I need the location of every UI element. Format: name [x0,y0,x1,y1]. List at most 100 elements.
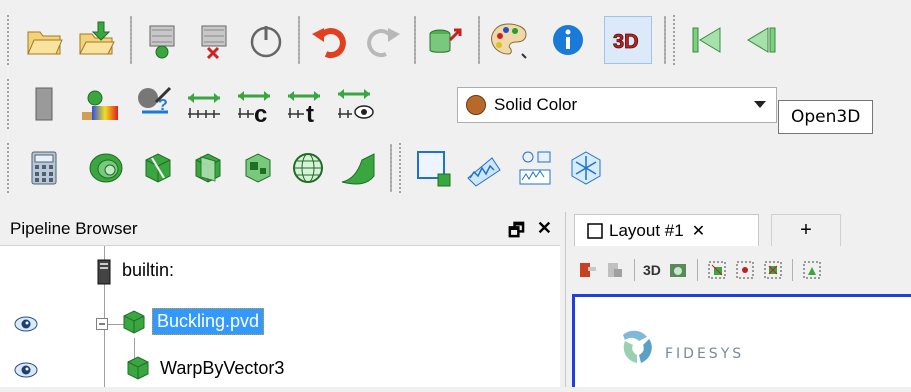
info-icon [553,25,583,55]
svg-text:3D: 3D [613,31,639,53]
auto-apply-button[interactable] [244,18,288,62]
find-data-button[interactable] [422,18,466,62]
slice-cube-icon [195,153,221,183]
rescale-data-range-button[interactable] [182,82,226,126]
toolbar-grip[interactable] [6,142,10,194]
pipeline-browser-panel: Pipeline Browser 🗗 ✕ builtin: Buckling.p… [0,212,560,387]
undo-button[interactable] [308,18,352,62]
rescale-icon: ? [138,86,172,114]
tab-layout-1[interactable]: Layout #1 ✕ [574,214,759,246]
previous-frame-button[interactable] [736,18,780,62]
layout-tab-bar: Layout #1 ✕ + [566,212,911,246]
about-button[interactable] [546,18,590,62]
add-icon: + [800,219,812,241]
render-view[interactable]: FIDESYS [572,294,911,387]
select-surface-points-icon[interactable] [734,259,756,281]
collapse-icon[interactable] [96,318,108,330]
sphere-grid-icon [293,153,323,183]
slice-button[interactable] [186,146,230,190]
split-horizontal-icon[interactable] [576,259,598,281]
plot-over-line-button[interactable] [462,146,506,190]
range-visible-icon [338,89,374,119]
toolbar-grip[interactable] [6,14,10,66]
select-cells-button[interactable] [412,146,456,190]
probe-button[interactable] [512,146,556,190]
tree-item-buckling[interactable]: Buckling.pvd [0,302,560,346]
threshold-button[interactable] [236,146,280,190]
cube-source-icon [123,310,145,334]
select-surface-cells-icon[interactable] [706,259,728,281]
glyph-button[interactable] [564,146,608,190]
contour-button[interactable] [84,146,128,190]
probe-chart-icon [519,151,551,185]
rescale-temporal-range-button[interactable]: t [282,82,326,126]
filters-toolbar [0,136,911,200]
first-frame-icon [692,27,721,53]
add-layout-tab[interactable]: + [771,214,841,246]
view-mode-toggle[interactable]: 3D [643,262,661,278]
range-arrows-icon [188,93,220,118]
gray-bar-icon [35,87,53,121]
svg-text:?: ? [158,97,168,114]
select-region-icon [417,151,451,187]
edit-color-map-button[interactable] [78,82,122,126]
tree-item-builtin[interactable]: builtin: [0,250,560,294]
fidesys-logo-mark [623,330,652,363]
connect-button[interactable] [140,18,184,62]
chevron-down-icon[interactable] [754,101,766,108]
first-frame-button[interactable] [684,18,728,62]
3d-text-icon: 3D [613,31,639,54]
color-by-value: Solid Color [494,95,578,114]
svg-text:t: t [306,101,314,124]
select-block-icon[interactable] [801,259,823,281]
cylinder-arrow-icon [429,28,462,53]
rescale-visible-range-button[interactable] [332,82,376,126]
load-state-button[interactable] [74,18,118,62]
tree-item-warpbyvector3[interactable]: WarpByVector3 [0,348,560,392]
contour-icon [89,153,123,183]
select-frustum-icon[interactable] [762,259,784,281]
redo-button[interactable] [360,18,404,62]
open-file-button[interactable] [22,18,66,62]
eye-icon[interactable] [14,316,38,332]
disconnect-button[interactable] [192,18,236,62]
cube-filter-icon [127,356,149,380]
color-palette-button[interactable] [486,18,530,62]
float-panel-icon[interactable]: 🗗 [508,218,525,248]
calculator-button[interactable] [22,146,66,190]
toolbar-grip[interactable] [6,78,10,130]
split-vertical-icon[interactable] [604,259,626,281]
plot-line-icon [467,157,501,187]
warp-button[interactable] [336,146,380,190]
view-toolbar: 3D [566,252,911,288]
tree-item-label: WarpByVector3 [160,358,285,378]
extract-subset-button[interactable] [286,146,330,190]
reset-range-button[interactable]: ? [132,82,176,126]
server-connect-icon [149,25,175,59]
calculator-icon [31,151,57,185]
power-timer-icon [250,26,282,58]
solid-color-swatch [466,95,486,115]
server-icon [97,259,111,285]
tab-label: Layout #1 [609,220,684,240]
clip-button[interactable] [136,146,180,190]
previous-frame-icon [747,27,776,53]
representation-toolbar: ? c t Solid Color Open3D [0,72,911,136]
open-folder-icon [27,31,63,55]
svg-text:c: c [254,101,267,124]
clip-cube-icon [145,153,171,183]
open3d-button[interactable]: 3D [604,16,652,64]
fidesys-logo: FIDESYS [619,327,744,367]
undo-icon [312,28,346,59]
scalar-bar-button[interactable] [22,82,66,126]
close-tab-icon[interactable]: ✕ [692,221,705,241]
close-icon[interactable]: ✕ [537,218,552,248]
camera-capture-icon[interactable] [667,259,689,281]
color-by-combobox[interactable]: Solid Color [457,87,777,123]
tooltip: Open3D [778,100,874,134]
tree-item-label: Buckling.pvd [152,308,265,335]
layout-pane: Layout #1 ✕ + 3D FIDESYS [565,212,911,387]
color-map-icon [82,90,118,120]
rescale-custom-range-button[interactable]: c [232,82,276,126]
eye-icon[interactable] [14,362,38,378]
